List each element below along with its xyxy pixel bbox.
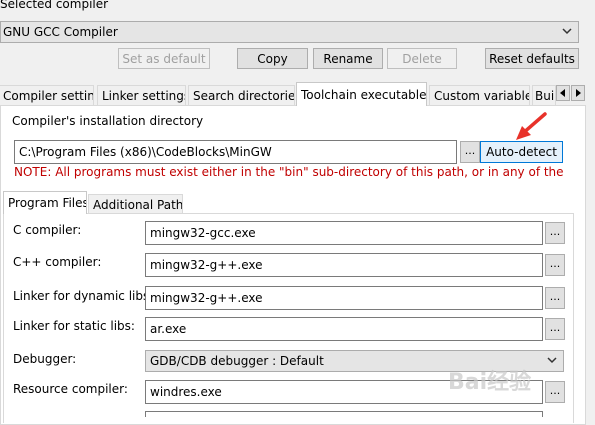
reset-defaults-button[interactable]: Reset defaults bbox=[485, 48, 579, 69]
tab-linker-settings[interactable]: Linker settings bbox=[97, 85, 186, 106]
compiler-select[interactable]: GNU GCC Compiler bbox=[0, 21, 579, 43]
chevron-down-icon bbox=[562, 28, 572, 35]
subtab-program-files[interactable]: Program Files bbox=[3, 191, 87, 214]
tab-search-directories[interactable]: Search directories bbox=[188, 85, 295, 106]
dynamic-linker-label: Linker for dynamic libs: bbox=[13, 289, 154, 303]
arrow-left-icon bbox=[560, 89, 565, 97]
tab-build-options[interactable]: Bui bbox=[532, 85, 556, 106]
c-compiler-label: C compiler: bbox=[13, 223, 82, 237]
subtab-additional-paths[interactable]: Additional Paths bbox=[88, 194, 183, 214]
debugger-select-value: GDB/CDB debugger : Default bbox=[150, 354, 324, 368]
cpp-compiler-browse-button[interactable]: ... bbox=[545, 254, 565, 276]
selected-compiler-label: Selected compiler bbox=[0, 0, 109, 11]
cpp-compiler-label: C++ compiler: bbox=[13, 255, 102, 269]
static-linker-browse-button[interactable]: ... bbox=[545, 318, 565, 340]
tab-toolchain-executables[interactable]: Toolchain executables bbox=[296, 82, 427, 106]
compiler-select-value: GNU GCC Compiler bbox=[3, 25, 118, 39]
auto-detect-button[interactable]: Auto-detect bbox=[480, 141, 563, 163]
watermark-logo: Bai经验 bbox=[448, 370, 532, 395]
red-arrow-icon bbox=[516, 112, 547, 140]
debugger-label: Debugger: bbox=[13, 352, 77, 366]
arrow-right-icon bbox=[576, 89, 581, 97]
next-row-input[interactable] bbox=[145, 411, 543, 417]
static-linker-input[interactable]: ar.exe bbox=[145, 317, 543, 341]
tab-scroll-right-button[interactable] bbox=[571, 85, 585, 101]
dynamic-linker-browse-button[interactable]: ... bbox=[545, 287, 565, 309]
cpp-compiler-input[interactable]: mingw32-g++.exe bbox=[145, 253, 543, 277]
rename-button[interactable]: Rename bbox=[313, 48, 383, 69]
install-dir-browse-button[interactable]: ... bbox=[460, 141, 480, 163]
delete-button[interactable]: Delete bbox=[387, 48, 457, 69]
chevron-down-icon bbox=[547, 357, 557, 364]
c-compiler-input[interactable]: mingw32-gcc.exe bbox=[145, 221, 543, 245]
install-dir-note: NOTE: All programs must exist either in … bbox=[14, 165, 564, 179]
set-as-default-button[interactable]: Set as default bbox=[118, 48, 210, 69]
dynamic-linker-input[interactable]: mingw32-g++.exe bbox=[145, 286, 543, 310]
c-compiler-browse-button[interactable]: ... bbox=[545, 222, 565, 244]
static-linker-label: Linker for static libs: bbox=[13, 319, 135, 333]
tab-custom-variables[interactable]: Custom variables bbox=[429, 85, 530, 106]
resource-compiler-label: Resource compiler: bbox=[13, 382, 128, 396]
tab-scroll-left-button[interactable] bbox=[556, 85, 570, 101]
tab-compiler-settings[interactable]: Compiler settings bbox=[0, 85, 94, 106]
copy-button[interactable]: Copy bbox=[237, 48, 308, 69]
install-dir-label: Compiler's installation directory bbox=[12, 114, 204, 128]
resource-compiler-browse-button[interactable]: ... bbox=[545, 381, 565, 403]
install-dir-input[interactable]: C:\Program Files (x86)\CodeBlocks\MinGW bbox=[14, 140, 457, 164]
